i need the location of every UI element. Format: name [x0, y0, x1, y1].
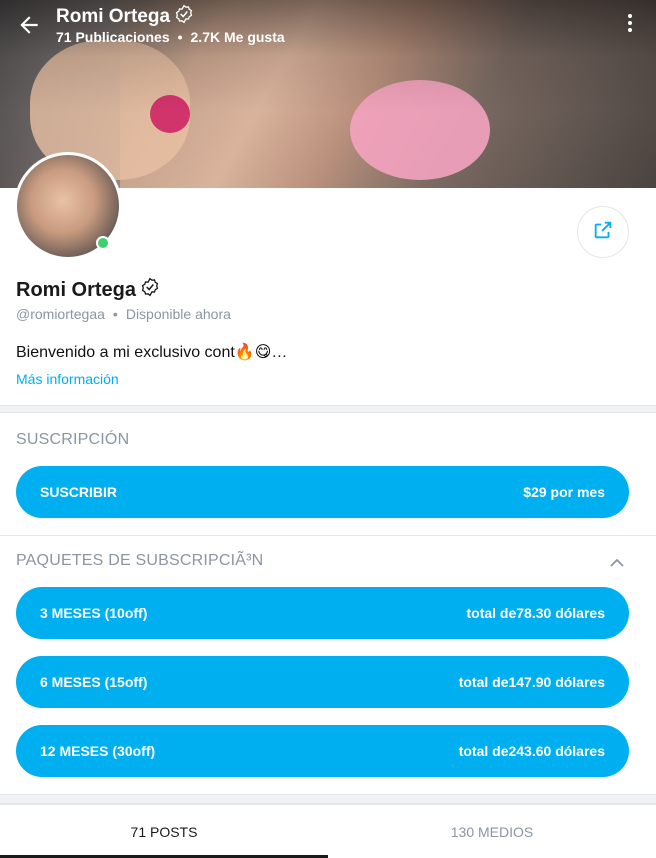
header-name: Romi Ortega — [56, 6, 171, 27]
profile-name-text: Romi Ortega — [16, 278, 137, 301]
bundle-price: total de243.60 dólares — [458, 743, 605, 759]
chevron-up-icon[interactable] — [610, 556, 624, 570]
subscribe-price: $29 por mes — [523, 484, 605, 500]
verified-icon — [140, 277, 160, 303]
more-vertical-icon[interactable] — [626, 12, 634, 36]
subscribe-button[interactable]: SUSCRIBIR $29 por mes — [16, 466, 629, 518]
header-title: Romi Ortega — [56, 4, 194, 30]
handle-separator: • — [112, 306, 118, 322]
bundles-title: PAQUETES DE SUBSCRIPCIÃ³N — [16, 552, 264, 569]
verified-icon — [174, 4, 194, 30]
profile-handle: @romiortegaa — [16, 306, 105, 322]
subscription-title: SUSCRIPCIÓN — [16, 431, 130, 448]
bundle-button-12-months[interactable]: 12 MESES (30off) total de243.60 dólares — [16, 725, 629, 777]
stats-separator: • — [177, 29, 183, 45]
header-stats: 71 Publicaciones • 2.7K Me gusta — [56, 29, 285, 45]
section-divider — [0, 794, 656, 804]
bundle-label: 3 MESES (10off) — [40, 605, 148, 621]
tab-media[interactable]: 130 MEDIOS — [328, 805, 656, 858]
section-divider — [0, 535, 656, 536]
top-bar: Romi Ortega 71 Publicaciones • 2.7K Me g… — [0, 0, 656, 56]
handle-row: @romiortegaa • Disponible ahora — [16, 306, 231, 322]
more-info-link[interactable]: Más información — [16, 371, 119, 387]
back-arrow-icon[interactable] — [16, 12, 42, 38]
profile-name: Romi Ortega — [16, 277, 160, 303]
bundle-button-3-months[interactable]: 3 MESES (10off) total de78.30 dólares — [16, 587, 629, 639]
bundle-price: total de147.90 dólares — [458, 674, 605, 690]
profile-bio: Bienvenido a mi exclusivo cont🔥😋… — [16, 344, 288, 361]
posts-count: 71 Publicaciones — [56, 29, 170, 45]
bundle-label: 12 MESES (30off) — [40, 743, 156, 759]
likes-count: 2.7K Me gusta — [190, 29, 285, 45]
share-button[interactable] — [577, 206, 629, 258]
availability-status: Disponible ahora — [125, 306, 231, 322]
tab-posts[interactable]: 71 POSTS — [0, 805, 328, 858]
bundle-button-6-months[interactable]: 6 MESES (15off) total de147.90 dólares — [16, 656, 629, 708]
section-divider — [0, 405, 656, 413]
subscribe-label: SUSCRIBIR — [40, 484, 118, 500]
bundle-label: 6 MESES (15off) — [40, 674, 148, 690]
content-tabs: 71 POSTS 130 MEDIOS — [0, 804, 656, 858]
online-status-dot — [96, 236, 110, 250]
bundle-price: total de78.30 dólares — [466, 605, 605, 621]
share-icon — [592, 219, 614, 246]
